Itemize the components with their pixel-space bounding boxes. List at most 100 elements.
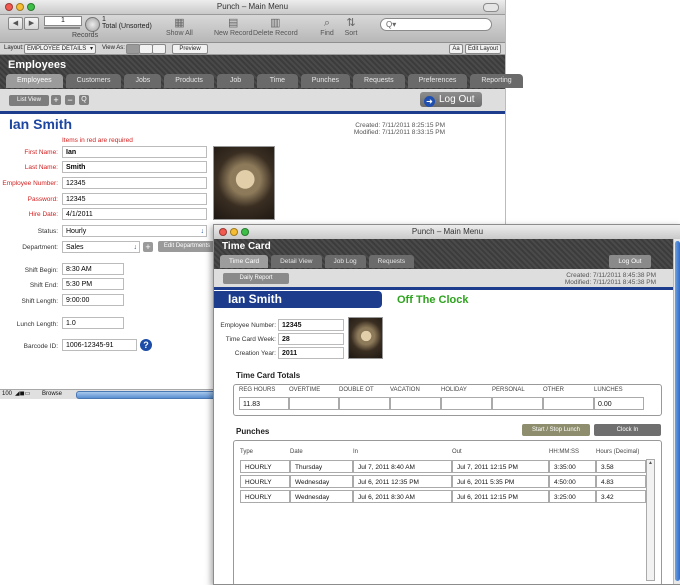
title-bar[interactable]: Punch – Main Menu xyxy=(214,225,680,240)
employee-photo[interactable] xyxy=(213,146,275,220)
table-cell[interactable]: Thursday xyxy=(290,460,353,473)
daily-report-button[interactable]: Daily Report xyxy=(223,273,289,284)
tab-preferences[interactable]: Preferences xyxy=(407,74,468,88)
employee-number-field[interactable]: 12345 xyxy=(278,319,344,331)
scroll-thumb[interactable] xyxy=(675,241,680,581)
next-record-button[interactable]: ▶ xyxy=(24,17,39,30)
table-cell[interactable]: 4.83 xyxy=(596,475,646,488)
zoom-button[interactable] xyxy=(27,3,35,11)
tab-requests[interactable]: Requests xyxy=(353,74,405,88)
totals-cell[interactable] xyxy=(492,397,543,410)
title-bar[interactable]: Punch – Main Menu xyxy=(0,0,505,15)
table-row[interactable]: HOURLY Thursday Jul 7, 2011 8:40 AM Jul 7, … xyxy=(240,460,646,473)
table-cell[interactable]: Jul 6, 2011 12:15 PM xyxy=(452,490,549,503)
table-view-toggle[interactable] xyxy=(152,44,166,54)
tab-time-cards[interactable]: Time Cards xyxy=(257,74,298,98)
totals-cell[interactable]: 11.83 xyxy=(239,397,289,410)
tab-requests[interactable]: Requests xyxy=(368,255,415,268)
punches-scrollbar[interactable]: ▲ xyxy=(646,459,655,581)
table-cell[interactable]: Jul 7, 2011 8:40 AM xyxy=(353,460,452,473)
hire-date-field[interactable]: 4/1/2011 xyxy=(62,208,207,220)
tab-products[interactable]: Products xyxy=(164,74,214,88)
minimize-button[interactable] xyxy=(16,3,24,11)
horizontal-scrollbar[interactable] xyxy=(76,391,218,399)
table-row[interactable]: HOURLY Wednesday Jul 6, 2011 8:30 AM Jul 6,… xyxy=(240,490,646,503)
show-all-button[interactable]: ▦ Show All xyxy=(166,17,193,37)
add-department-icon[interactable]: + xyxy=(143,242,153,252)
employee-photo[interactable] xyxy=(348,317,383,359)
totals-cell[interactable] xyxy=(543,397,594,410)
table-cell[interactable]: Wednesday xyxy=(290,475,353,488)
sort-button[interactable]: ⇅ Sort xyxy=(344,17,358,37)
zoom-button[interactable] xyxy=(241,228,249,236)
table-row[interactable]: HOURLY Wednesday Jul 6, 2011 12:35 PM Jul 6… xyxy=(240,475,646,488)
table-cell[interactable]: HOURLY xyxy=(240,460,290,473)
table-cell[interactable]: 3.58 xyxy=(596,460,646,473)
record-slider[interactable] xyxy=(44,27,80,29)
totals-cell[interactable] xyxy=(441,397,492,410)
department-select[interactable]: Sales ↓ xyxy=(62,241,140,253)
edit-departments-button[interactable]: Edit Departments xyxy=(158,241,216,252)
toolbar-toggle-button[interactable] xyxy=(483,3,499,12)
table-cell[interactable]: 3:35:00 xyxy=(549,460,596,473)
scroll-up-icon[interactable]: ▲ xyxy=(647,460,654,466)
add-record-icon[interactable]: + xyxy=(51,95,61,105)
first-name-field[interactable]: Ian xyxy=(62,146,207,158)
tab-time-card[interactable]: Time Card xyxy=(220,255,269,268)
shift-length-field[interactable]: 9:00:00 xyxy=(62,294,124,306)
start-stop-lunch-button[interactable]: Start / Stop Lunch xyxy=(522,424,590,436)
find-button[interactable]: ⌕ Find xyxy=(320,17,334,37)
tab-detail-view[interactable]: Detail View xyxy=(271,255,322,268)
shift-end-field[interactable]: 5:30 PM xyxy=(62,278,124,290)
close-button[interactable] xyxy=(5,3,13,11)
list-view-button[interactable]: List View xyxy=(9,95,49,106)
tab-jobs[interactable]: Jobs xyxy=(124,74,162,88)
barcode-field[interactable]: 1006-12345-91 xyxy=(62,339,137,351)
table-cell[interactable]: 3:25:00 xyxy=(549,490,596,503)
format-text-button[interactable]: Aa xyxy=(449,44,463,54)
table-cell[interactable]: HOURLY xyxy=(240,490,290,503)
logout-button[interactable]: Log Out xyxy=(609,255,651,268)
tab-job-log[interactable]: Job Log xyxy=(324,255,366,268)
password-field[interactable]: 12345 xyxy=(62,193,207,205)
zoom-controls-icon[interactable]: ◢◼▭ xyxy=(15,390,30,399)
time-card-week-field[interactable]: 28 xyxy=(278,333,344,345)
delete-record-button[interactable]: ▥ Delete Record xyxy=(253,17,298,37)
table-cell[interactable]: Jul 6, 2011 5:35 PM xyxy=(452,475,549,488)
table-cell[interactable]: Jul 6, 2011 8:30 AM xyxy=(353,490,452,503)
table-cell[interactable]: Jul 7, 2011 12:15 PM xyxy=(452,460,549,473)
employee-number-field[interactable]: 12345 xyxy=(62,177,207,189)
minimize-button[interactable] xyxy=(230,228,238,236)
lunch-length-field[interactable]: 1.0 xyxy=(62,317,124,329)
table-cell[interactable]: Jul 6, 2011 12:35 PM xyxy=(353,475,452,488)
table-cell[interactable]: 4:50:00 xyxy=(549,475,596,488)
close-button[interactable] xyxy=(219,228,227,236)
logout-button[interactable]: ➜ Log Out xyxy=(420,92,482,107)
tab-customers[interactable]: Customers xyxy=(65,74,122,88)
zoom-level[interactable]: 100 xyxy=(2,390,12,399)
status-select[interactable]: Hourly ↓ xyxy=(62,225,207,237)
totals-cell[interactable]: 0.00 xyxy=(594,397,644,410)
delete-record-small-icon[interactable]: − xyxy=(65,95,75,105)
last-name-field[interactable]: Smith xyxy=(62,161,207,173)
totals-cell[interactable] xyxy=(289,397,339,410)
search-icon[interactable]: Q xyxy=(79,95,89,105)
vertical-scrollbar[interactable] xyxy=(673,239,680,584)
previous-record-button[interactable]: ◀ xyxy=(8,17,23,30)
new-record-button[interactable]: ▤ New Record xyxy=(214,17,253,37)
list-view-toggle[interactable] xyxy=(139,44,153,54)
help-icon[interactable]: ? xyxy=(140,339,152,351)
preview-button[interactable]: Preview xyxy=(172,44,208,54)
shift-begin-field[interactable]: 8:30 AM xyxy=(62,263,124,275)
creation-year-field[interactable]: 2011 xyxy=(278,347,344,359)
edit-layout-button[interactable]: Edit Layout xyxy=(465,44,501,54)
table-cell[interactable]: 3.42 xyxy=(596,490,646,503)
tab-employees[interactable]: Employees xyxy=(6,74,63,88)
clock-in-button[interactable]: Clock In xyxy=(594,424,661,436)
totals-cell[interactable] xyxy=(339,397,390,410)
tab-punches[interactable]: Punches xyxy=(300,74,351,88)
totals-cell[interactable] xyxy=(390,397,441,410)
table-cell[interactable]: HOURLY xyxy=(240,475,290,488)
quick-find-input[interactable]: Q▾ xyxy=(380,18,492,31)
form-view-button[interactable] xyxy=(126,44,140,54)
